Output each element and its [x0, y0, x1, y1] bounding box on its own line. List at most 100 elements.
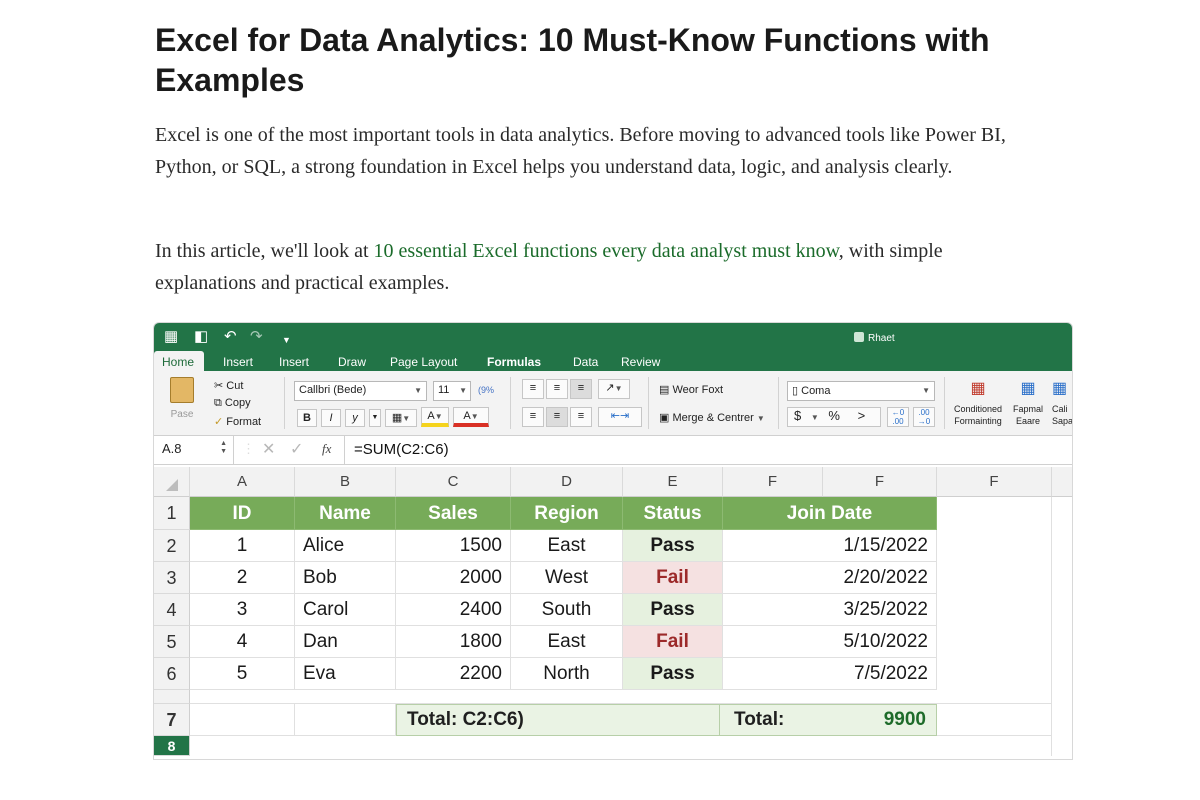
table-cell[interactable]: 2	[190, 562, 295, 594]
table-cell[interactable]: Eva	[295, 658, 396, 690]
tab-insert-2[interactable]: Insert	[279, 355, 309, 369]
empty-cell[interactable]	[295, 704, 396, 736]
fill-color-button[interactable]: A▼	[421, 407, 449, 427]
column-header-f-2[interactable]: F	[823, 467, 937, 497]
status-cell-fail[interactable]: Fail	[623, 562, 723, 594]
status-cell-pass[interactable]: Pass	[623, 594, 723, 626]
enter-icon[interactable]: ✓	[290, 439, 303, 459]
row-header-5[interactable]: 5	[154, 626, 190, 658]
header-join-date[interactable]: Join Date	[723, 497, 937, 530]
table-cell[interactable]: 2000	[396, 562, 511, 594]
header-name[interactable]: Name	[295, 497, 396, 530]
column-header-a[interactable]: A	[190, 467, 295, 497]
status-cell-pass[interactable]: Pass	[623, 530, 723, 562]
redo-icon[interactable]: ↷	[250, 329, 263, 345]
font-size-select[interactable]: 11 ▼	[433, 381, 471, 401]
increase-decimal-button[interactable]: ←0.00	[887, 407, 909, 427]
align-right-button[interactable]: ≡	[570, 407, 592, 427]
table-cell[interactable]: 4	[190, 626, 295, 658]
tab-data[interactable]: Data	[573, 355, 598, 369]
table-cell[interactable]: 5/10/2022	[723, 626, 937, 658]
tab-draw[interactable]: Draw	[338, 355, 366, 369]
table-cell[interactable]: 2200	[396, 658, 511, 690]
row-header-4[interactable]: 4	[154, 594, 190, 626]
bold-button[interactable]: B	[297, 409, 317, 427]
italic-button[interactable]: I	[321, 409, 341, 427]
table-cell[interactable]: Carol	[295, 594, 396, 626]
merge-center-button[interactable]: ▣ Merge & Centrer ▼	[659, 411, 765, 424]
header-status[interactable]: Status	[623, 497, 723, 530]
header-region[interactable]: Region	[511, 497, 623, 530]
column-header-f-3[interactable]: F	[937, 467, 1052, 497]
tab-page-layout[interactable]: Page Layout	[390, 355, 457, 369]
column-header-d[interactable]: D	[511, 467, 623, 497]
table-cell[interactable]: 3	[190, 594, 295, 626]
table-cell[interactable]: Dan	[295, 626, 396, 658]
formula-input[interactable]: =SUM(C2:C6)	[354, 441, 449, 458]
column-header-c[interactable]: C	[396, 467, 511, 497]
table-cell[interactable]: 1/15/2022	[723, 530, 937, 562]
table-cell[interactable]: 2/20/2022	[723, 562, 937, 594]
currency-button[interactable]: $	[794, 408, 801, 423]
insert-function-icon[interactable]: fx	[322, 441, 331, 457]
table-cell[interactable]: 7/5/2022	[723, 658, 937, 690]
paste-button[interactable]: Pase	[164, 377, 200, 420]
align-center-button[interactable]: ≡	[546, 407, 568, 427]
column-header-b[interactable]: B	[295, 467, 396, 497]
orientation-button[interactable]: ↗▼	[598, 379, 630, 399]
excel-grid-icon[interactable]: ▦	[164, 329, 178, 345]
number-format-select[interactable]: ▯ Coma ▼	[787, 381, 935, 401]
row-header-8[interactable]: 8	[154, 736, 190, 756]
tab-home[interactable]: Home	[154, 351, 205, 371]
wrap-text-button[interactable]: ▤ Weor Foxt	[659, 383, 723, 396]
borders-button[interactable]: ▦▼	[385, 409, 417, 427]
conditional-formatting-button[interactable]: ▦ Conditioned Formainting	[950, 379, 1006, 427]
table-cell[interactable]: 5	[190, 658, 295, 690]
table-cell[interactable]: 1	[190, 530, 295, 562]
column-header-f[interactable]: F	[723, 467, 823, 497]
quick-access-dropdown-icon[interactable]: ▼	[282, 332, 291, 348]
copy-button[interactable]: ⧉ Copy	[214, 397, 251, 410]
select-all-corner[interactable]	[154, 467, 190, 497]
header-id[interactable]: ID	[190, 497, 295, 530]
undo-icon[interactable]: ↶	[224, 329, 237, 345]
decrease-decimal-button[interactable]: .00 →0	[913, 407, 935, 427]
cut-button[interactable]: ✂ Cut	[214, 379, 243, 392]
font-name-select[interactable]: Callbri (Bede) ▼	[294, 381, 427, 401]
table-cell[interactable]: West	[511, 562, 623, 594]
increase-font-button[interactable]: (9%	[478, 385, 494, 395]
cancel-icon[interactable]: ✕	[262, 439, 275, 459]
align-bottom-button[interactable]: ≡	[570, 379, 592, 399]
indent-button[interactable]: ⇤⇥	[598, 407, 642, 427]
table-cell[interactable]: 1500	[396, 530, 511, 562]
align-middle-button[interactable]: ≡	[546, 379, 568, 399]
status-cell-fail[interactable]: Fail	[623, 626, 723, 658]
table-cell[interactable]: East	[511, 530, 623, 562]
row-header-1[interactable]: 1	[154, 497, 190, 530]
name-box[interactable]: A.8 ▲ ▼	[154, 436, 234, 464]
column-header-e[interactable]: E	[623, 467, 723, 497]
table-cell[interactable]: South	[511, 594, 623, 626]
save-icon[interactable]: ◧	[194, 329, 208, 345]
functions-link[interactable]: 10 essential Excel functions every data …	[374, 240, 839, 262]
comma-style-button[interactable]: >	[858, 408, 866, 423]
status-cell-pass[interactable]: Pass	[623, 658, 723, 690]
row-header-2[interactable]: 2	[154, 530, 190, 562]
table-cell[interactable]: Bob	[295, 562, 396, 594]
align-top-button[interactable]: ≡	[522, 379, 544, 399]
tab-formulas[interactable]: Formulas	[487, 355, 541, 369]
format-painter-button[interactable]: ✓ Format	[214, 415, 261, 428]
format-as-table-button[interactable]: ▦ Fapmal Eaare	[1010, 379, 1046, 427]
cell-styles-button[interactable]: ▦ Cali Sapa	[1052, 379, 1072, 427]
table-cell[interactable]: North	[511, 658, 623, 690]
row-header-3[interactable]: 3	[154, 562, 190, 594]
table-cell[interactable]: 1800	[396, 626, 511, 658]
table-cell[interactable]: 2400	[396, 594, 511, 626]
empty-cell[interactable]	[190, 704, 295, 736]
row-header-7[interactable]: 7	[154, 704, 190, 736]
underline-button[interactable]: y	[345, 409, 365, 427]
percent-button[interactable]: %	[828, 408, 840, 423]
table-cell[interactable]: 3/25/2022	[723, 594, 937, 626]
font-color-button[interactable]: A▼	[453, 407, 489, 427]
tab-review[interactable]: Review	[621, 355, 660, 369]
